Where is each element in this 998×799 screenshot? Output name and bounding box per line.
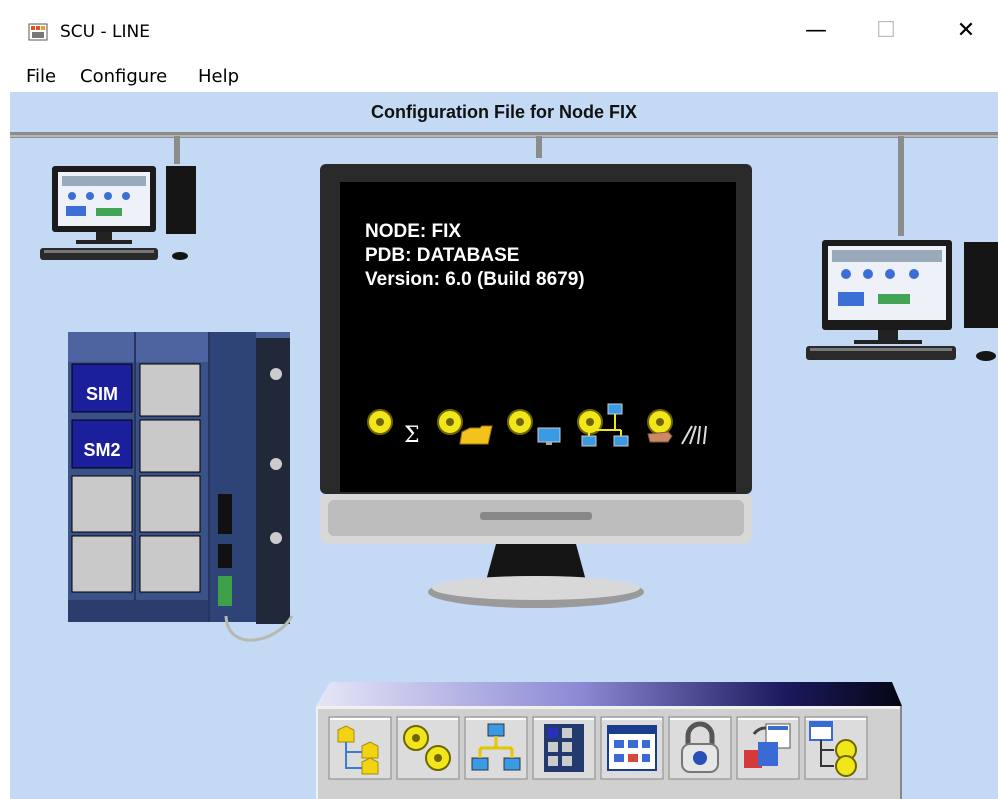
configuration-toolbar — [316, 682, 902, 799]
workstation-left-icon — [40, 166, 196, 260]
sum-icon[interactable]: Σ — [364, 406, 426, 446]
hand-pointer-icon[interactable] — [644, 406, 710, 446]
security-lock-icon[interactable] — [668, 716, 732, 780]
rack-slot-sim[interactable]: SIM — [86, 384, 118, 404]
menu-configure[interactable]: Configure — [80, 66, 167, 87]
sql-configuration-icon[interactable] — [600, 716, 664, 780]
node-monitor-icon[interactable] — [504, 406, 566, 446]
system-configuration-icon[interactable] — [328, 716, 392, 780]
controller-rack-icon: SIM SM2 — [68, 332, 294, 642]
database-folder-icon[interactable] — [434, 406, 496, 446]
scada-configuration-icon[interactable] — [532, 716, 596, 780]
network-nodes-icon[interactable] — [574, 402, 638, 448]
network-canvas: Configuration File for Node FIX SIM SM2 … — [10, 92, 998, 799]
sigma-symbol: Σ — [404, 423, 420, 446]
pdb-name-text: PDB: DATABASE — [365, 245, 520, 266]
menu-bar: File Configure Help — [0, 62, 998, 92]
rack-slot-sm2[interactable]: SM2 — [83, 440, 120, 460]
app-icon — [28, 23, 48, 41]
monitor-screen-text: NODE: FIX PDB: DATABASE Version: 6.0 (Bu… — [365, 220, 585, 292]
title-bar: SCU - LINE — ☐ ✕ — [0, 0, 998, 62]
menu-help[interactable]: Help — [198, 66, 239, 87]
alarm-configuration-icon[interactable] — [396, 716, 460, 780]
close-button[interactable]: ✕ — [946, 16, 986, 46]
workstation-right-icon — [806, 240, 998, 361]
network-configuration-icon[interactable] — [464, 716, 528, 780]
maximize-button[interactable]: ☐ — [866, 16, 906, 46]
node-name-text: NODE: FIX — [365, 221, 462, 242]
minimize-button[interactable]: — — [796, 16, 836, 46]
tag-group-icon[interactable] — [804, 716, 868, 780]
menu-file[interactable]: File — [26, 66, 56, 87]
language-translation-icon[interactable] — [736, 716, 800, 780]
window-title: SCU - LINE — [60, 22, 150, 42]
version-text: Version: 6.0 (Build 8679) — [365, 269, 585, 290]
